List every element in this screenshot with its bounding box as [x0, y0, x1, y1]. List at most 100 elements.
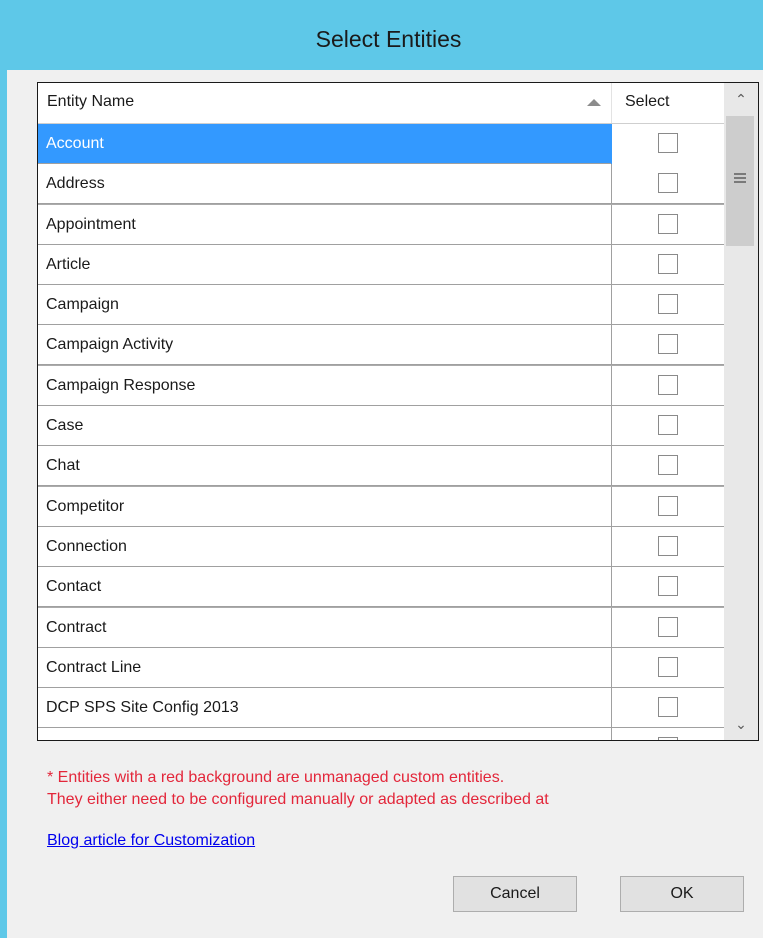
- entity-name: Contact: [46, 578, 102, 596]
- dialog-title: Select Entities: [315, 26, 462, 52]
- table-row[interactable]: Address: [38, 164, 724, 205]
- select-checkbox[interactable]: [658, 656, 678, 677]
- vertical-scrollbar[interactable]: ⌃ ⌄: [724, 83, 758, 740]
- select-cell: [612, 285, 724, 325]
- select-checkbox[interactable]: [658, 737, 678, 740]
- select-cell: [612, 527, 724, 567]
- entity-name: Connection: [46, 537, 127, 555]
- entity-name-cell[interactable]: Connection: [38, 526, 612, 567]
- select-checkbox[interactable]: [658, 133, 678, 153]
- grid-header: Entity Name Select: [38, 83, 724, 124]
- entity-name: Case: [46, 417, 84, 435]
- entity-name-cell[interactable]: Contact: [38, 567, 612, 608]
- entity-name-cell[interactable]: Campaign Response: [38, 365, 612, 406]
- table-row[interactable]: DCP SPS Site Config 2013: [38, 688, 724, 729]
- select-checkbox[interactable]: [658, 294, 678, 315]
- select-checkbox[interactable]: [658, 535, 678, 556]
- entity-name: Appointment: [46, 215, 136, 233]
- note-line-1: * Entities with a red background are unm…: [47, 769, 505, 786]
- entity-name-cell[interactable]: Campaign: [38, 285, 612, 326]
- table-row[interactable]: Case: [38, 406, 724, 447]
- select-cell: [612, 728, 724, 740]
- entity-name: Campaign Response: [46, 376, 196, 394]
- entity-name-cell[interactable]: Campaign Activity: [38, 325, 612, 366]
- select-cell: [612, 366, 724, 406]
- entity-name: Address: [46, 175, 105, 193]
- table-row[interactable]: Campaign: [38, 285, 724, 326]
- entity-name: Campaign Activity: [46, 336, 174, 354]
- scrollbar-thumb[interactable]: [726, 116, 754, 246]
- select-checkbox[interactable]: [658, 576, 678, 597]
- table-row[interactable]: Chat: [38, 446, 724, 487]
- column-header-entity-name-label: Entity Name: [47, 93, 135, 110]
- select-checkbox[interactable]: [658, 616, 678, 637]
- entity-name-cell[interactable]: Appointment: [38, 204, 612, 245]
- dialog-title-bar: Select Entities: [7, 0, 763, 70]
- entity-name-cell[interactable]: Article: [38, 244, 612, 285]
- table-row[interactable]: Contract Line: [38, 647, 724, 688]
- column-header-entity-name[interactable]: Entity Name: [38, 83, 612, 123]
- ok-button[interactable]: OK: [620, 876, 744, 912]
- select-checkbox[interactable]: [658, 455, 678, 476]
- select-checkbox[interactable]: [658, 697, 678, 718]
- table-row-partial[interactable]: [38, 728, 724, 740]
- note-line-2: They either need to be configured manual…: [47, 791, 549, 808]
- entity-name-cell[interactable]: Contract: [38, 607, 612, 648]
- blog-article-link[interactable]: Blog article for Customization: [47, 832, 255, 850]
- entity-name-cell[interactable]: Chat: [38, 446, 612, 487]
- entity-name: Article: [46, 255, 91, 273]
- grid-rows: Account Address Appointment Article Camp…: [38, 124, 724, 740]
- select-checkbox[interactable]: [658, 374, 678, 395]
- select-cell: [612, 406, 724, 446]
- cancel-button[interactable]: Cancel: [453, 876, 577, 912]
- table-row[interactable]: Contract: [38, 607, 724, 648]
- entity-name: Account: [46, 135, 104, 152]
- select-cell: [612, 164, 724, 204]
- select-checkbox[interactable]: [658, 495, 678, 516]
- entity-name-cell[interactable]: [38, 728, 612, 740]
- select-checkbox[interactable]: [658, 253, 678, 274]
- select-entities-dialog: Select Entities Entity Name Select Accou…: [0, 0, 763, 938]
- entity-name: Campaign: [46, 296, 119, 314]
- scroll-up-arrow-icon[interactable]: ⌃: [724, 83, 758, 115]
- entity-name-cell[interactable]: Address: [38, 164, 612, 205]
- select-cell: [612, 648, 724, 688]
- select-checkbox[interactable]: [658, 334, 678, 355]
- table-row[interactable]: Contact: [38, 567, 724, 608]
- column-header-select-label: Select: [625, 93, 670, 110]
- custom-entities-note: * Entities with a red background are unm…: [47, 767, 549, 811]
- table-row[interactable]: Article: [38, 244, 724, 285]
- entity-name: Competitor: [46, 497, 125, 515]
- select-cell: [612, 487, 724, 527]
- entity-name: Chat: [46, 457, 80, 475]
- select-cell: [612, 124, 724, 164]
- select-cell: [612, 245, 724, 285]
- entity-name-cell[interactable]: Case: [38, 406, 612, 447]
- column-header-select[interactable]: Select: [612, 83, 724, 123]
- table-row[interactable]: Campaign Activity: [38, 325, 724, 366]
- entity-name-cell[interactable]: DCP SPS Site Config 2013: [38, 688, 612, 729]
- table-row[interactable]: Connection: [38, 526, 724, 567]
- grip-icon: [734, 173, 746, 183]
- select-checkbox[interactable]: [658, 415, 678, 436]
- table-row[interactable]: Appointment: [38, 204, 724, 245]
- select-cell: [612, 688, 724, 728]
- select-checkbox[interactable]: [658, 173, 678, 194]
- sort-ascending-icon: [587, 99, 601, 106]
- entity-name-cell[interactable]: Contract Line: [38, 647, 612, 688]
- scroll-down-arrow-icon[interactable]: ⌄: [724, 708, 758, 740]
- select-checkbox[interactable]: [658, 213, 678, 234]
- select-cell: [612, 608, 724, 648]
- entity-name-cell[interactable]: Account: [38, 124, 612, 164]
- entities-grid: Entity Name Select Account Address Appoi…: [37, 82, 759, 741]
- select-cell: [612, 325, 724, 365]
- table-row[interactable]: Account: [38, 124, 724, 164]
- select-cell: [612, 205, 724, 245]
- entity-name-cell[interactable]: Competitor: [38, 486, 612, 527]
- entity-name: Contract Line: [46, 658, 142, 676]
- entity-name: Contract: [46, 618, 107, 636]
- table-row[interactable]: Competitor: [38, 486, 724, 527]
- select-cell: [612, 446, 724, 486]
- table-row[interactable]: Campaign Response: [38, 365, 724, 406]
- select-cell: [612, 567, 724, 607]
